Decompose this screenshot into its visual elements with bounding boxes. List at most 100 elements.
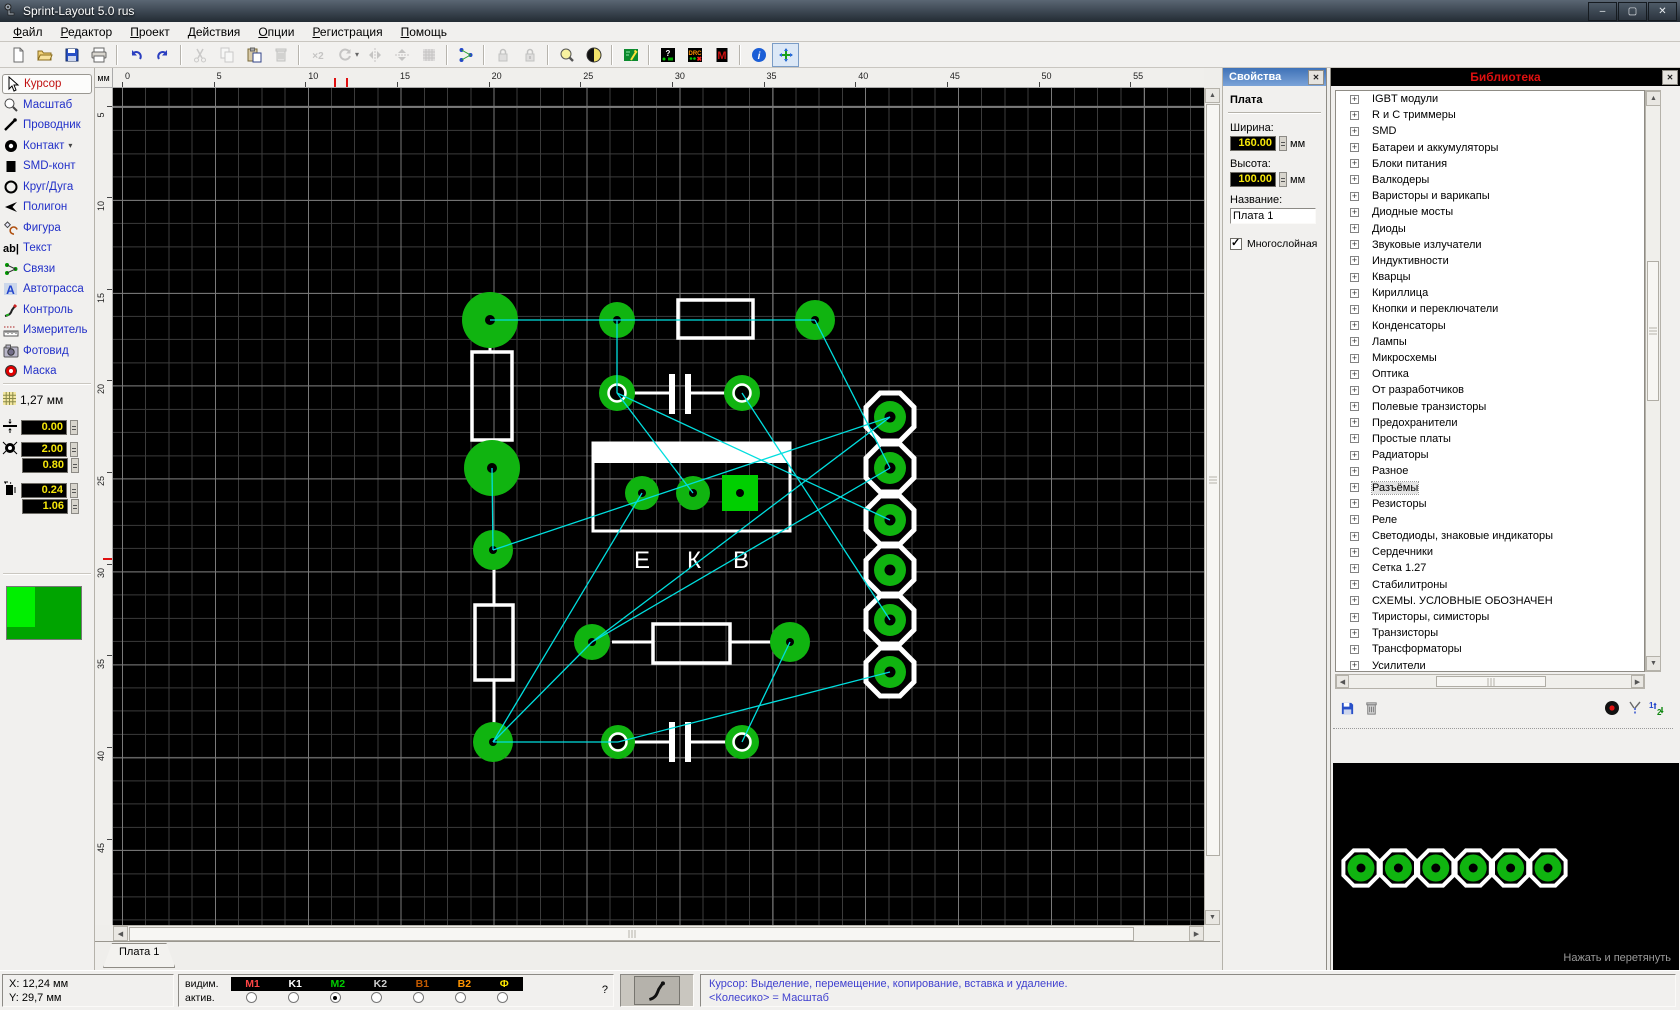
tree-hscroll-thumb[interactable] [1436, 676, 1546, 687]
layer-chip-K2[interactable]: K2 [374, 978, 387, 990]
library-item[interactable]: +Резисторы [1336, 496, 1644, 512]
close-button[interactable] [1648, 2, 1677, 21]
layer-radio-M1[interactable] [246, 992, 257, 1003]
origin-button[interactable] [772, 43, 799, 67]
expand-icon[interactable]: + [1350, 95, 1359, 104]
library-item[interactable]: +Лампы [1336, 334, 1644, 350]
tree-scroll-up-arrow[interactable]: ▲ [1646, 91, 1661, 106]
library-item[interactable]: +Трансформаторы [1336, 641, 1644, 657]
library-tree-scrollbar[interactable]: ▲ ▼ [1645, 90, 1661, 672]
menu-регистрация[interactable]: Регистрация [303, 23, 391, 41]
scroll-right-arrow[interactable]: ▶ [1189, 926, 1204, 941]
tree-scroll-left-arrow[interactable]: ◀ [1336, 675, 1349, 688]
expand-icon[interactable]: + [1350, 159, 1359, 168]
smd-width-field[interactable]: 0.24 [21, 483, 67, 498]
board-tab[interactable]: Плата 1 [103, 943, 175, 968]
sort-order-icon[interactable]: 12 [1647, 698, 1667, 718]
expand-icon[interactable]: + [1350, 240, 1359, 249]
tool-figure[interactable]: Фигура [2, 218, 92, 238]
expand-icon[interactable]: + [1350, 208, 1359, 217]
layer-color-swatch[interactable] [6, 586, 82, 640]
layer-chip-K1[interactable]: K1 [288, 978, 301, 990]
info-button[interactable]: i [745, 43, 772, 67]
tree-scroll-down-arrow[interactable]: ▼ [1646, 656, 1661, 671]
library-item[interactable]: +Индуктивности [1336, 253, 1644, 269]
redo-button[interactable] [149, 43, 176, 67]
expand-icon[interactable]: + [1350, 418, 1359, 427]
tool-polygon[interactable]: Полигон [2, 197, 92, 217]
expand-icon[interactable]: + [1350, 354, 1359, 363]
layer-help-link[interactable]: ? [602, 984, 608, 996]
undo-button[interactable] [122, 43, 149, 67]
layer-chip-B2[interactable]: B2 [458, 978, 471, 990]
library-item[interactable]: +Кнопки и переключатели [1336, 301, 1644, 317]
library-item[interactable]: +Диодные мосты [1336, 204, 1644, 220]
maximize-button[interactable] [1618, 2, 1647, 21]
expand-icon[interactable]: + [1350, 613, 1359, 622]
layer-chip-Ф[interactable]: Ф [500, 978, 509, 990]
expand-icon[interactable]: + [1350, 337, 1359, 346]
tool-pad[interactable]: Контакт▾ [2, 136, 92, 156]
library-item[interactable]: +Светодиоды, знаковые индикаторы [1336, 528, 1644, 544]
expand-icon[interactable]: + [1350, 224, 1359, 233]
tool-cursor[interactable]: Курсор [2, 74, 92, 94]
tool-smd[interactable]: SMD-конт [2, 156, 92, 176]
library-item[interactable]: +Варисторы и варикапы [1336, 188, 1644, 204]
library-item[interactable]: +Стабилитроны [1336, 577, 1644, 593]
layer-radio-M2[interactable] [330, 992, 341, 1003]
layer-chip-M1[interactable]: M1 [245, 978, 260, 990]
probe-mode-button[interactable] [634, 976, 680, 1005]
tool-rulert[interactable]: Измеритель [2, 320, 92, 340]
library-item[interactable]: +Звуковые излучатели [1336, 237, 1644, 253]
tool-photo[interactable]: Фотовид [2, 341, 92, 361]
filter-icon[interactable] [1625, 698, 1645, 718]
library-item[interactable]: +Микросхемы [1336, 350, 1644, 366]
tree-scroll-thumb[interactable] [1647, 261, 1659, 401]
expand-icon[interactable]: + [1350, 434, 1359, 443]
canvas-vertical-scrollbar[interactable]: ▲ ▼ [1204, 88, 1220, 925]
track-width-field[interactable]: 0.00 [21, 420, 67, 435]
expand-icon[interactable]: + [1350, 483, 1359, 492]
library-item[interactable]: +Кириллица [1336, 285, 1644, 301]
library-item[interactable]: +Предохранители [1336, 415, 1644, 431]
expand-icon[interactable]: + [1350, 192, 1359, 201]
menu-помощь[interactable]: Помощь [392, 23, 456, 41]
save-button[interactable] [58, 43, 85, 67]
expand-icon[interactable]: + [1350, 289, 1359, 298]
tool-links[interactable]: Связи [2, 259, 92, 279]
delete-macro-button[interactable] [1361, 698, 1381, 718]
pad-outer-field[interactable]: 2.00 [21, 442, 67, 457]
library-item[interactable]: +Транзисторы [1336, 625, 1644, 641]
expand-icon[interactable]: + [1350, 515, 1359, 524]
paste-button[interactable] [240, 43, 267, 67]
tree-scroll-right-arrow[interactable]: ▶ [1631, 675, 1644, 688]
library-item[interactable]: +Кварцы [1336, 269, 1644, 285]
expand-icon[interactable]: + [1350, 305, 1359, 314]
library-item[interactable]: +Диоды [1336, 221, 1644, 237]
tool-circle[interactable]: Круг/Дуга [2, 177, 92, 197]
library-item[interactable]: +Радиаторы [1336, 447, 1644, 463]
library-item[interactable]: +Разъёмы [1336, 480, 1644, 496]
smd-width-spinner[interactable] [70, 483, 78, 498]
title-bar[interactable]: Sprint-Layout 5.0 rus [0, 0, 1680, 22]
expand-icon[interactable]: + [1350, 386, 1359, 395]
expand-icon[interactable]: + [1350, 499, 1359, 508]
tool-auto[interactable]: AАвтотрасса [2, 279, 92, 299]
library-item[interactable]: +SMD [1336, 123, 1644, 139]
photoview-button[interactable] [580, 43, 607, 67]
tool-text[interactable]: ab|Текст [2, 238, 92, 258]
library-item[interactable]: +Блоки питания [1336, 156, 1644, 172]
library-tree[interactable]: +IGBT модули+R и C триммеры+SMD+Батареи … [1335, 90, 1645, 672]
expand-icon[interactable]: + [1350, 402, 1359, 411]
canvas-horizontal-scrollbar[interactable]: ◀ ▶ [113, 925, 1204, 941]
layer-radio-Ф[interactable] [497, 992, 508, 1003]
scroll-down-arrow[interactable]: ▼ [1205, 910, 1220, 925]
macro-preview[interactable]: Нажать и перетянуть [1333, 763, 1679, 970]
library-item[interactable]: +Полевые транзисторы [1336, 399, 1644, 415]
menu-проект[interactable]: Проект [121, 23, 179, 41]
smd-height-field[interactable]: 1.06 [22, 499, 68, 514]
expand-icon[interactable]: + [1350, 629, 1359, 638]
record-macro-icon[interactable] [1602, 698, 1622, 718]
expand-icon[interactable]: + [1350, 370, 1359, 379]
menu-редактор[interactable]: Редактор [52, 23, 122, 41]
